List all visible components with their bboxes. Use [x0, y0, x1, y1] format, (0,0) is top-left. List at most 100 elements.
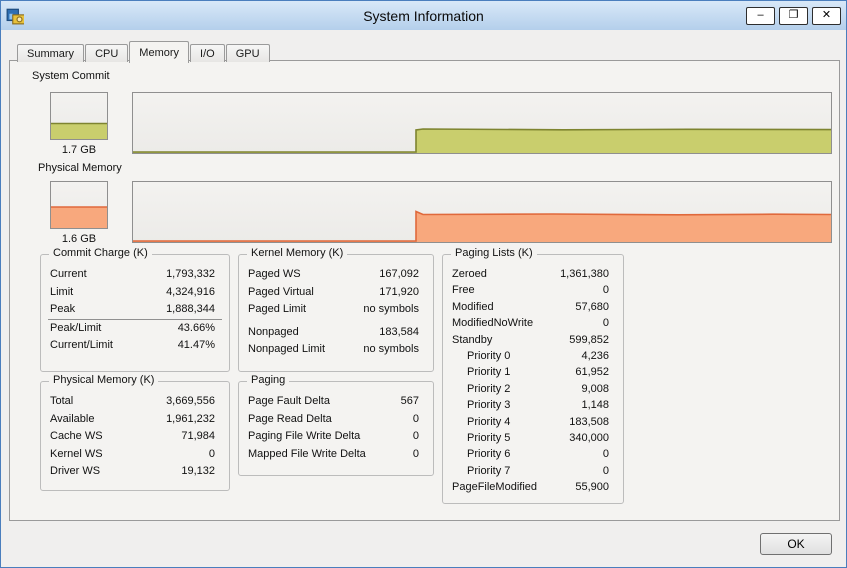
physical-memory-rows: Total 3,669,556 Available 1,961,232 Cach… [48, 393, 222, 481]
maximize-button[interactable]: ❐ [779, 7, 808, 25]
paging-lists-title: Paging Lists (K) [451, 247, 537, 259]
stat-value: 0 [603, 315, 609, 331]
close-button[interactable]: ✕ [812, 7, 841, 25]
commit-charge-rows: Current 1,793,332 Limit 4,324,916 Peak 1… [48, 266, 222, 355]
stat-value: 567 [401, 393, 419, 411]
stat-value: no symbols [363, 301, 419, 319]
stat-label: Priority 3 [452, 397, 510, 413]
stat-value: 340,000 [569, 430, 609, 446]
stat-value: 171,920 [379, 284, 419, 302]
stat-value: 43.66% [178, 320, 215, 338]
stat-row: Page Fault Delta 567 [246, 393, 426, 411]
stat-label: Cache WS [50, 428, 103, 446]
stat-row: Cache WS 71,984 [48, 428, 222, 446]
stat-value: 1,961,232 [166, 411, 215, 429]
stat-value: 1,148 [581, 397, 609, 413]
stat-row: Paging File Write Delta 0 [246, 428, 426, 446]
ok-button[interactable]: OK [760, 533, 832, 555]
title-bar[interactable]: System Information – ❐ ✕ [1, 1, 846, 30]
stat-row: ModifiedNoWrite 0 [450, 315, 616, 331]
stat-value: 3,669,556 [166, 393, 215, 411]
stat-row: PageFileModified 55,900 [450, 479, 616, 495]
tab-gpu[interactable]: GPU [226, 44, 270, 62]
physical-memory-history-graph [132, 181, 832, 243]
paging-lists-rows: Zeroed 1,361,380 Free 0 Modified 57,680 [450, 266, 616, 496]
system-commit-history-graph [132, 92, 832, 154]
stat-value: 167,092 [379, 266, 419, 284]
tab-io[interactable]: I/O [190, 44, 225, 62]
stat-label: Standby [452, 332, 492, 348]
stat-label: Mapped File Write Delta [248, 446, 366, 464]
stat-label: PageFileModified [452, 479, 537, 495]
stat-value: 0 [413, 411, 419, 429]
stat-value: 0 [603, 446, 609, 462]
stat-row: Zeroed 1,361,380 [450, 266, 616, 282]
stat-value: 183,584 [379, 324, 419, 342]
stat-label: Priority 5 [452, 430, 510, 446]
stat-row: Priority 2 9,008 [450, 381, 616, 397]
stat-row: Page Read Delta 0 [246, 411, 426, 429]
stat-row: Paged Limit no symbols [246, 301, 426, 319]
stat-value: 1,793,332 [166, 266, 215, 284]
stat-label: Peak [50, 301, 75, 319]
stat-label: Total [50, 393, 73, 411]
stat-row: Priority 3 1,148 [450, 397, 616, 413]
stat-label: Page Read Delta [248, 411, 332, 429]
stat-value: no symbols [363, 341, 419, 359]
stat-value: 9,008 [581, 381, 609, 397]
stat-row: Mapped File Write Delta 0 [246, 446, 426, 464]
stat-label: Paged WS [248, 266, 301, 284]
stat-value: 0 [603, 463, 609, 479]
stat-label: Priority 0 [452, 348, 510, 364]
stat-label: Paged Virtual [248, 284, 314, 302]
tab-cpu[interactable]: CPU [85, 44, 128, 62]
app-icon [6, 7, 24, 25]
stat-label: Page Fault Delta [248, 393, 330, 411]
physical-memory-label: Physical Memory [38, 162, 122, 174]
stat-label: Zeroed [452, 266, 487, 282]
stat-label: Free [452, 282, 475, 298]
kernel-memory-title: Kernel Memory (K) [247, 247, 347, 259]
stat-label: Current [50, 266, 87, 284]
tab-summary[interactable]: Summary [17, 44, 84, 62]
stat-row: Standby 599,852 [450, 332, 616, 348]
physical-memory-panel-title: Physical Memory (K) [49, 374, 158, 386]
kernel-memory-rows: Paged WS 167,092 Paged Virtual 171,920 P… [246, 266, 426, 359]
stat-row: Nonpaged Limit no symbols [246, 341, 426, 359]
stat-row: Modified 57,680 [450, 299, 616, 315]
stat-row: Kernel WS 0 [48, 446, 222, 464]
window-title: System Information [1, 8, 846, 24]
stat-value: 183,508 [569, 414, 609, 430]
system-commit-label: System Commit [32, 70, 110, 82]
stat-row: Current 1,793,332 [48, 266, 222, 284]
stat-label: ModifiedNoWrite [452, 315, 533, 331]
stat-row: Nonpaged 183,584 [246, 324, 426, 342]
stat-row: Priority 0 4,236 [450, 348, 616, 364]
stat-label: Nonpaged Limit [248, 341, 325, 359]
physical-memory-value: 1.6 GB [50, 233, 108, 245]
stat-row: Priority 1 61,952 [450, 364, 616, 380]
stat-value: 1,361,380 [560, 266, 609, 282]
kernel-memory-panel: Kernel Memory (K) Paged WS 167,092 Paged… [238, 254, 434, 372]
stat-row: Peak/Limit 43.66% [48, 320, 222, 338]
tab-memory[interactable]: Memory [129, 41, 189, 63]
stat-row: Total 3,669,556 [48, 393, 222, 411]
stat-label: Priority 1 [452, 364, 510, 380]
stat-value: 1,888,344 [166, 301, 215, 319]
stat-label: Limit [50, 284, 73, 302]
minimize-button[interactable]: – [746, 7, 775, 25]
stat-row: Priority 6 0 [450, 446, 616, 462]
stat-row: Priority 7 0 [450, 463, 616, 479]
stat-label: Priority 6 [452, 446, 510, 462]
system-information-window: System Information – ❐ ✕ Summary CPU Mem… [0, 0, 847, 568]
stat-value: 19,132 [181, 463, 215, 481]
stat-value: 41.47% [178, 337, 215, 355]
tab-strip: Summary CPU Memory I/O GPU [17, 41, 271, 62]
stat-row: Limit 4,324,916 [48, 284, 222, 302]
stat-value: 57,680 [575, 299, 609, 315]
stat-value: 0 [603, 282, 609, 298]
stat-row: Priority 5 340,000 [450, 430, 616, 446]
stat-row: Priority 4 183,508 [450, 414, 616, 430]
stat-value: 71,984 [181, 428, 215, 446]
memory-tab-page: System Commit 1.7 GB Physical Memory 1.6… [9, 60, 840, 521]
